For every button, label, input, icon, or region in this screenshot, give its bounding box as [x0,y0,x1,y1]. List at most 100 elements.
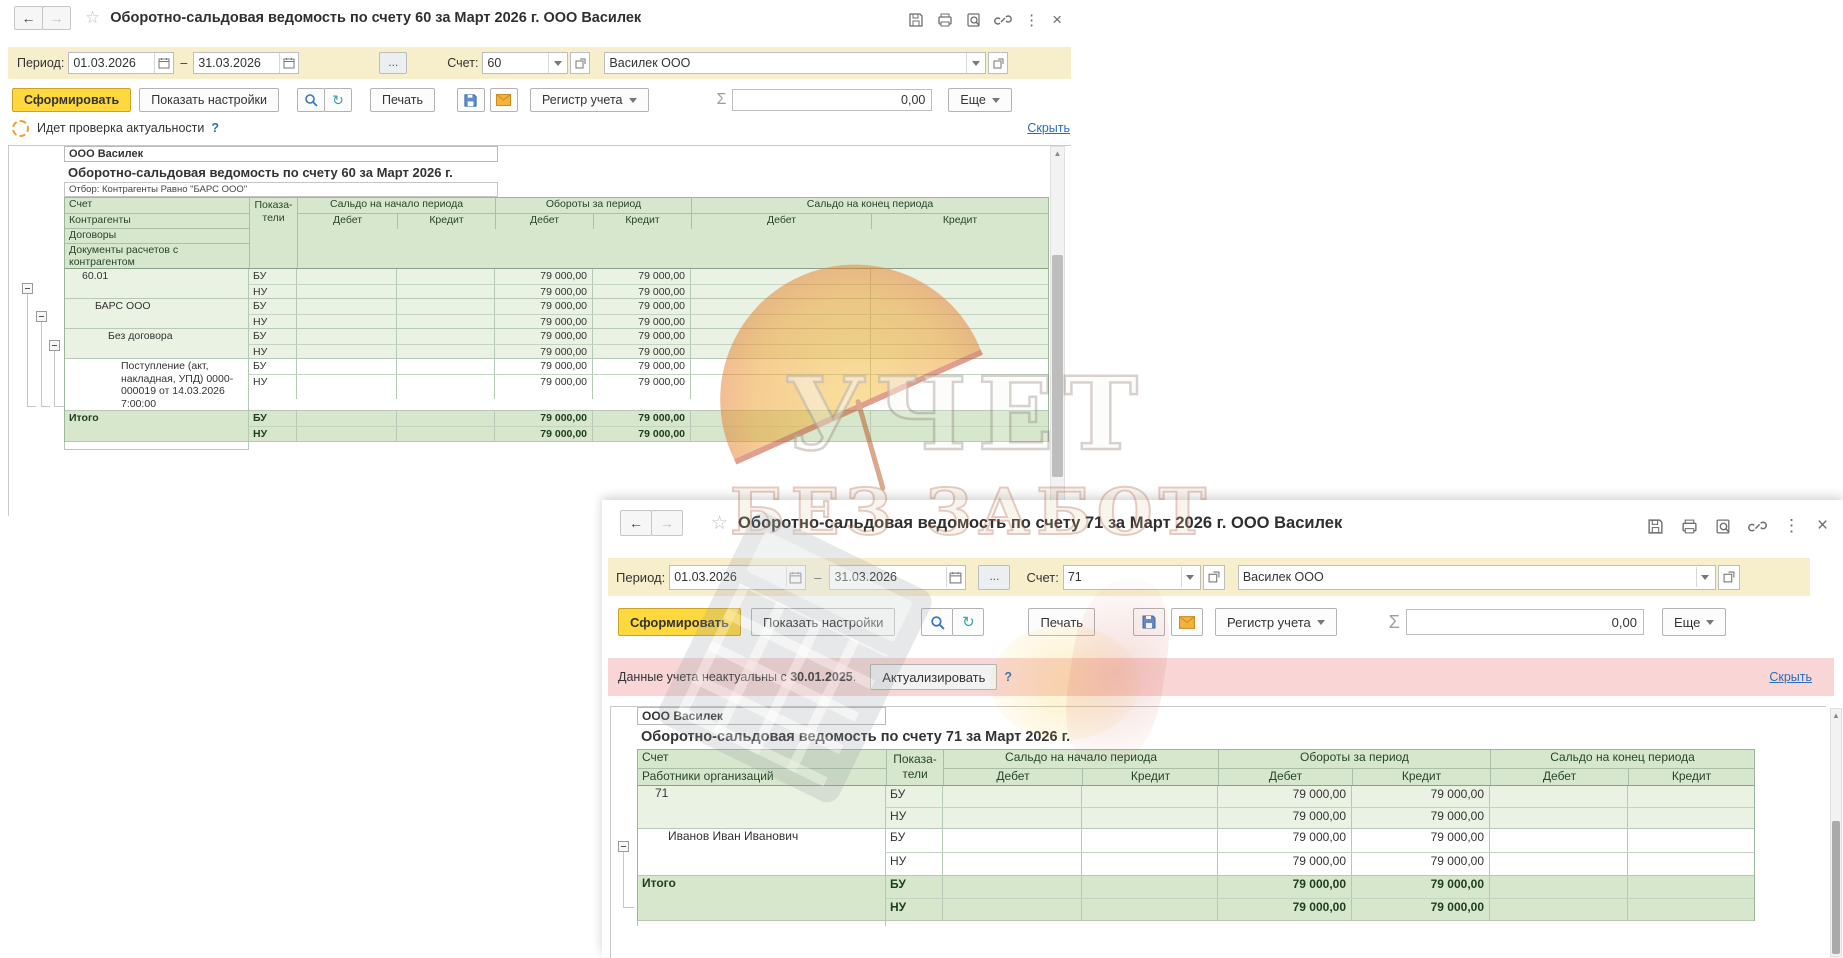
generate-button[interactable]: Сформировать [618,608,741,636]
preview-search-icon[interactable] [1715,518,1732,535]
favorite-star-icon[interactable]: ☆ [85,8,100,28]
save-report-button[interactable] [457,88,485,112]
print-icon[interactable] [1681,518,1698,535]
calendar-icon[interactable] [946,567,964,587]
value-cell: 79 000,00 [495,269,593,284]
actualize-button[interactable]: Актуализировать [870,664,997,690]
more-menu-icon[interactable]: ⋮ [1783,516,1800,536]
account-combo[interactable]: 60 [482,52,568,74]
chevron-down-icon[interactable] [548,53,566,73]
forward-button[interactable]: → [651,510,683,536]
account-choose-icon[interactable] [1203,565,1225,590]
value-cell [397,345,495,359]
search-button[interactable] [297,88,325,112]
period-options-button[interactable]: ... [978,565,1010,590]
show-settings-button[interactable]: Показать настройки [751,608,895,636]
hide-link[interactable]: Скрыть [1769,670,1812,684]
more-button[interactable]: Еще [948,88,1011,112]
value-cell [1082,786,1218,807]
sum-field[interactable]: 0,00 [732,89,932,111]
row-label: Поступление (акт, накладная, УПД) 0000-0… [65,359,249,410]
print-icon[interactable] [937,12,953,28]
chevron-down-icon[interactable] [1696,567,1714,587]
value-cell [943,808,1082,828]
calendar-icon[interactable] [154,53,172,73]
collapse-group-icon[interactable] [49,340,60,351]
email-button[interactable] [490,88,518,112]
forward-button[interactable]: → [42,6,71,30]
scrollbar-thumb[interactable] [1052,255,1063,477]
register-button[interactable]: Регистр учета [1215,608,1337,636]
column-header: тели [887,767,943,782]
titlebar: ← → ☆ Оборотно-сальдовая ведомость по сч… [5,6,1080,30]
hide-link[interactable]: Скрыть [1027,121,1070,135]
row-label: БАРС ООО [65,299,249,328]
more-menu-icon[interactable]: ⋮ [1024,11,1039,29]
chevron-down-icon[interactable] [1181,567,1199,587]
report-toolbar: Сформировать Показать настройки ↻ Печать… [618,607,1833,637]
print-button[interactable]: Печать [1028,608,1095,636]
value-cell [397,285,495,299]
link-icon[interactable] [995,12,1011,28]
link-icon[interactable] [1749,518,1766,535]
value-cell [691,285,871,299]
column-group-header: Сальдо на конец периода [692,198,1048,213]
period-to-input[interactable]: 31.03.2026 [829,565,966,590]
collapse-group-icon[interactable] [36,311,47,322]
value-cell [297,427,397,441]
close-icon[interactable]: × [1817,515,1828,537]
value-cell [1628,829,1754,852]
value-cell [397,375,495,399]
column-group-header: Обороты за период [496,198,692,213]
refresh-search-button[interactable]: ↻ [952,608,984,636]
organization-combo[interactable]: Василек ООО [604,52,986,74]
account-combo[interactable]: 71 [1063,565,1201,590]
calendar-icon[interactable] [279,53,297,73]
value-cell [943,899,1082,920]
show-settings-button[interactable]: Показать настройки [139,88,279,112]
collapse-group-icon[interactable] [22,283,33,294]
email-button[interactable] [1171,608,1203,636]
register-button[interactable]: Регистр учета [530,88,649,112]
back-button[interactable]: ← [620,510,652,536]
value-cell: 79 000,00 [1352,853,1490,875]
period-from-input[interactable]: 01.03.2026 [669,565,806,590]
preview-search-icon[interactable] [966,12,982,28]
vertical-scrollbar[interactable]: ▲ [1050,146,1065,504]
organization-choose-icon[interactable] [988,52,1008,74]
scroll-up-icon[interactable]: ▲ [1831,711,1841,720]
sum-field[interactable]: 0,00 [1406,609,1644,635]
more-button[interactable]: Еще [1662,608,1726,636]
period-from-input[interactable]: 01.03.2026 [68,52,174,74]
favorite-star-icon[interactable]: ☆ [711,512,728,535]
calendar-icon[interactable] [786,567,804,587]
collapse-group-icon[interactable] [618,841,629,852]
indicator-cell: НУ [886,899,943,920]
indicator-cell: БУ [249,411,297,426]
value-cell [1628,786,1754,807]
report-org: ООО Василек [64,146,498,162]
save-report-button[interactable] [1133,608,1165,636]
column-header: Дебет [1219,769,1353,785]
organization-choose-icon[interactable] [1718,565,1740,590]
save-icon[interactable] [1647,518,1664,535]
period-to-input[interactable]: 31.03.2026 [193,52,299,74]
vertical-scrollbar[interactable]: ▲ [1830,708,1842,957]
chevron-down-icon[interactable] [966,53,984,73]
refresh-search-button[interactable]: ↻ [324,88,352,112]
help-icon[interactable]: ? [211,121,219,135]
titlebar: ← → ☆ Оборотно-сальдовая ведомость по сч… [602,510,1843,536]
help-icon[interactable]: ? [1004,670,1012,684]
organization-combo[interactable]: Василек ООО [1238,565,1716,590]
search-button[interactable] [921,608,953,636]
print-button[interactable]: Печать [370,88,435,112]
close-icon[interactable]: × [1052,10,1062,30]
scroll-up-icon[interactable]: ▲ [1051,149,1064,158]
generate-button[interactable]: Сформировать [12,88,131,112]
value-cell [397,299,495,314]
scrollbar-thumb[interactable] [1832,821,1840,954]
back-button[interactable]: ← [14,6,43,30]
account-choose-icon[interactable] [570,52,590,74]
period-options-button[interactable]: ... [379,52,407,74]
save-icon[interactable] [908,12,924,28]
